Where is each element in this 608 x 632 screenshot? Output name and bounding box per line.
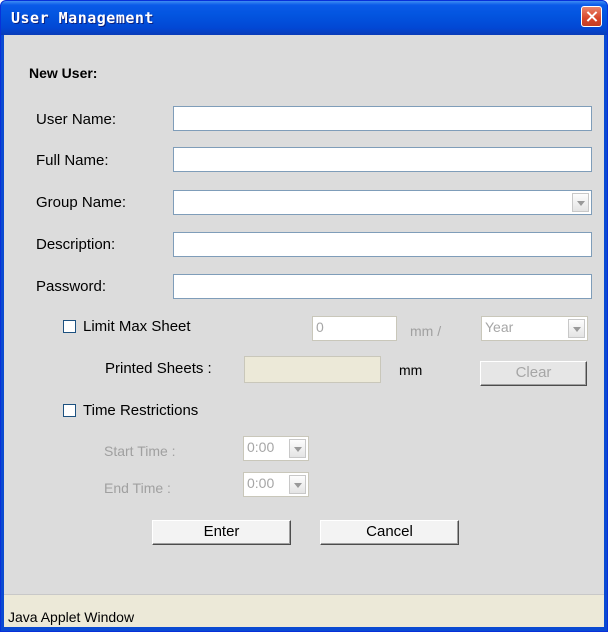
- clear-button[interactable]: Clear: [480, 361, 587, 386]
- printed-sheets-label: Printed Sheets :: [105, 360, 212, 377]
- limit-max-sheet-label: Limit Max Sheet: [83, 318, 191, 335]
- chevron-down-icon[interactable]: [568, 319, 585, 338]
- start-time-label: Start Time :: [104, 443, 176, 459]
- chevron-down-icon[interactable]: [289, 475, 306, 494]
- title-bar[interactable]: User Management: [1, 1, 607, 35]
- limit-max-sheet-checkbox[interactable]: [63, 320, 76, 333]
- full-name-input[interactable]: [173, 147, 592, 172]
- enter-button[interactable]: Enter: [152, 520, 291, 545]
- start-time-select[interactable]: 0:00: [243, 436, 309, 461]
- period-select[interactable]: Year: [481, 316, 588, 341]
- start-time-value: 0:00: [247, 439, 275, 455]
- user-name-label: User Name:: [36, 111, 117, 128]
- printed-sheets-unit: mm: [399, 362, 423, 378]
- section-heading: New User:: [29, 65, 98, 81]
- chevron-down-icon[interactable]: [572, 193, 589, 212]
- cancel-button[interactable]: Cancel: [320, 520, 459, 545]
- status-bar: Java Applet Window: [4, 594, 604, 627]
- status-text: Java Applet Window: [8, 609, 135, 625]
- max-sheet-unit: mm /: [410, 323, 442, 339]
- user-management-window: User Management New User: User Name: Ful…: [0, 0, 608, 632]
- time-restrictions-checkbox[interactable]: [63, 404, 76, 417]
- printed-sheets-field: [244, 356, 381, 383]
- chevron-down-icon[interactable]: [289, 439, 306, 458]
- end-time-label: End Time :: [104, 480, 171, 496]
- password-input[interactable]: [173, 274, 592, 299]
- description-input[interactable]: [173, 232, 592, 257]
- period-value: Year: [485, 319, 514, 335]
- close-icon[interactable]: [581, 6, 602, 27]
- group-name-select[interactable]: [173, 190, 592, 215]
- password-label: Password:: [36, 278, 107, 295]
- group-name-label: Group Name:: [36, 194, 127, 211]
- window-title: User Management: [11, 9, 154, 27]
- end-time-value: 0:00: [247, 475, 275, 491]
- description-label: Description:: [36, 236, 116, 253]
- max-sheet-input[interactable]: 0: [312, 316, 397, 341]
- full-name-label: Full Name:: [36, 152, 109, 169]
- dialog-body: New User: User Name: Full Name: Group Na…: [4, 35, 604, 627]
- end-time-select[interactable]: 0:00: [243, 472, 309, 497]
- time-restrictions-label: Time Restrictions: [83, 402, 199, 419]
- user-name-input[interactable]: [173, 106, 592, 131]
